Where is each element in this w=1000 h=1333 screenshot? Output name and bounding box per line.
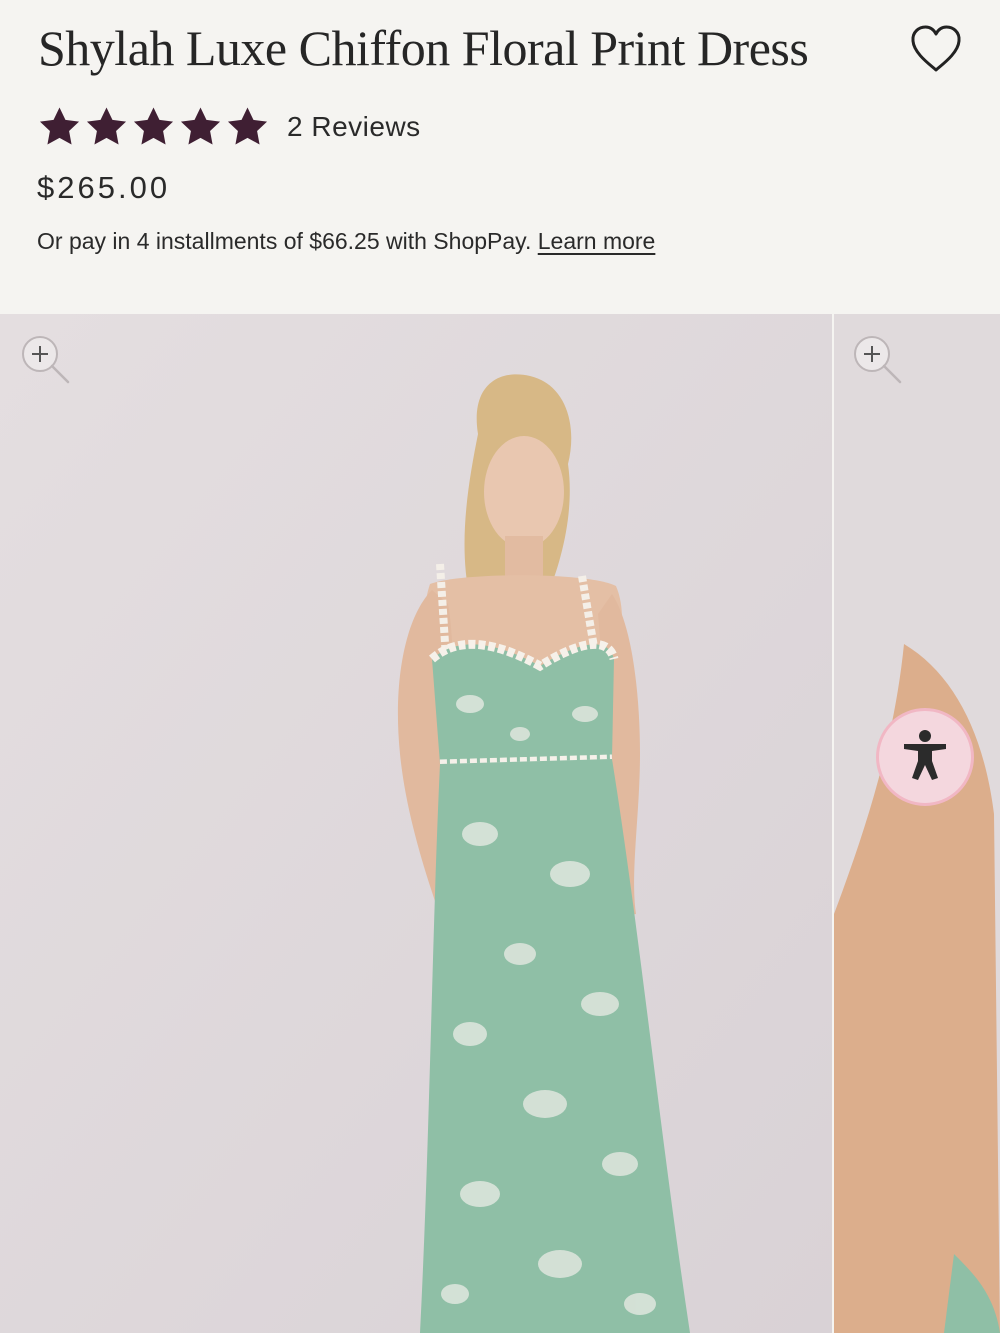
zoom-button[interactable]	[850, 334, 904, 388]
star-icon	[224, 104, 271, 150]
learn-more-link[interactable]: Learn more	[538, 228, 656, 254]
star-icon	[177, 104, 224, 150]
installments-text: Or pay in 4 installments of $66.25 with …	[37, 228, 532, 254]
star-icon	[130, 104, 177, 150]
zoom-button[interactable]	[18, 334, 72, 388]
product-title: Shylah Luxe Chiffon Floral Print Dress	[38, 20, 809, 76]
reviews-link[interactable]: 2 Reviews	[287, 111, 421, 143]
accessibility-person-icon	[900, 728, 950, 787]
star-rating	[36, 104, 271, 150]
zoom-in-icon	[850, 336, 904, 392]
shoulder-closeup-photo	[834, 314, 1000, 1333]
product-image-gallery[interactable]	[0, 314, 1000, 1333]
product-image-main[interactable]	[0, 314, 832, 1333]
zoom-in-icon	[18, 336, 72, 392]
dress-model-photo	[0, 314, 832, 1333]
wishlist-button[interactable]	[905, 22, 967, 80]
accessibility-button[interactable]	[876, 708, 974, 806]
rating-row: 2 Reviews	[36, 100, 421, 154]
star-icon	[36, 104, 83, 150]
heart-outline-icon	[908, 23, 964, 80]
star-icon	[83, 104, 130, 150]
product-price: $265.00	[37, 170, 171, 205]
installments-info: Or pay in 4 installments of $66.25 with …	[37, 228, 655, 255]
product-image-next[interactable]	[834, 314, 1000, 1333]
